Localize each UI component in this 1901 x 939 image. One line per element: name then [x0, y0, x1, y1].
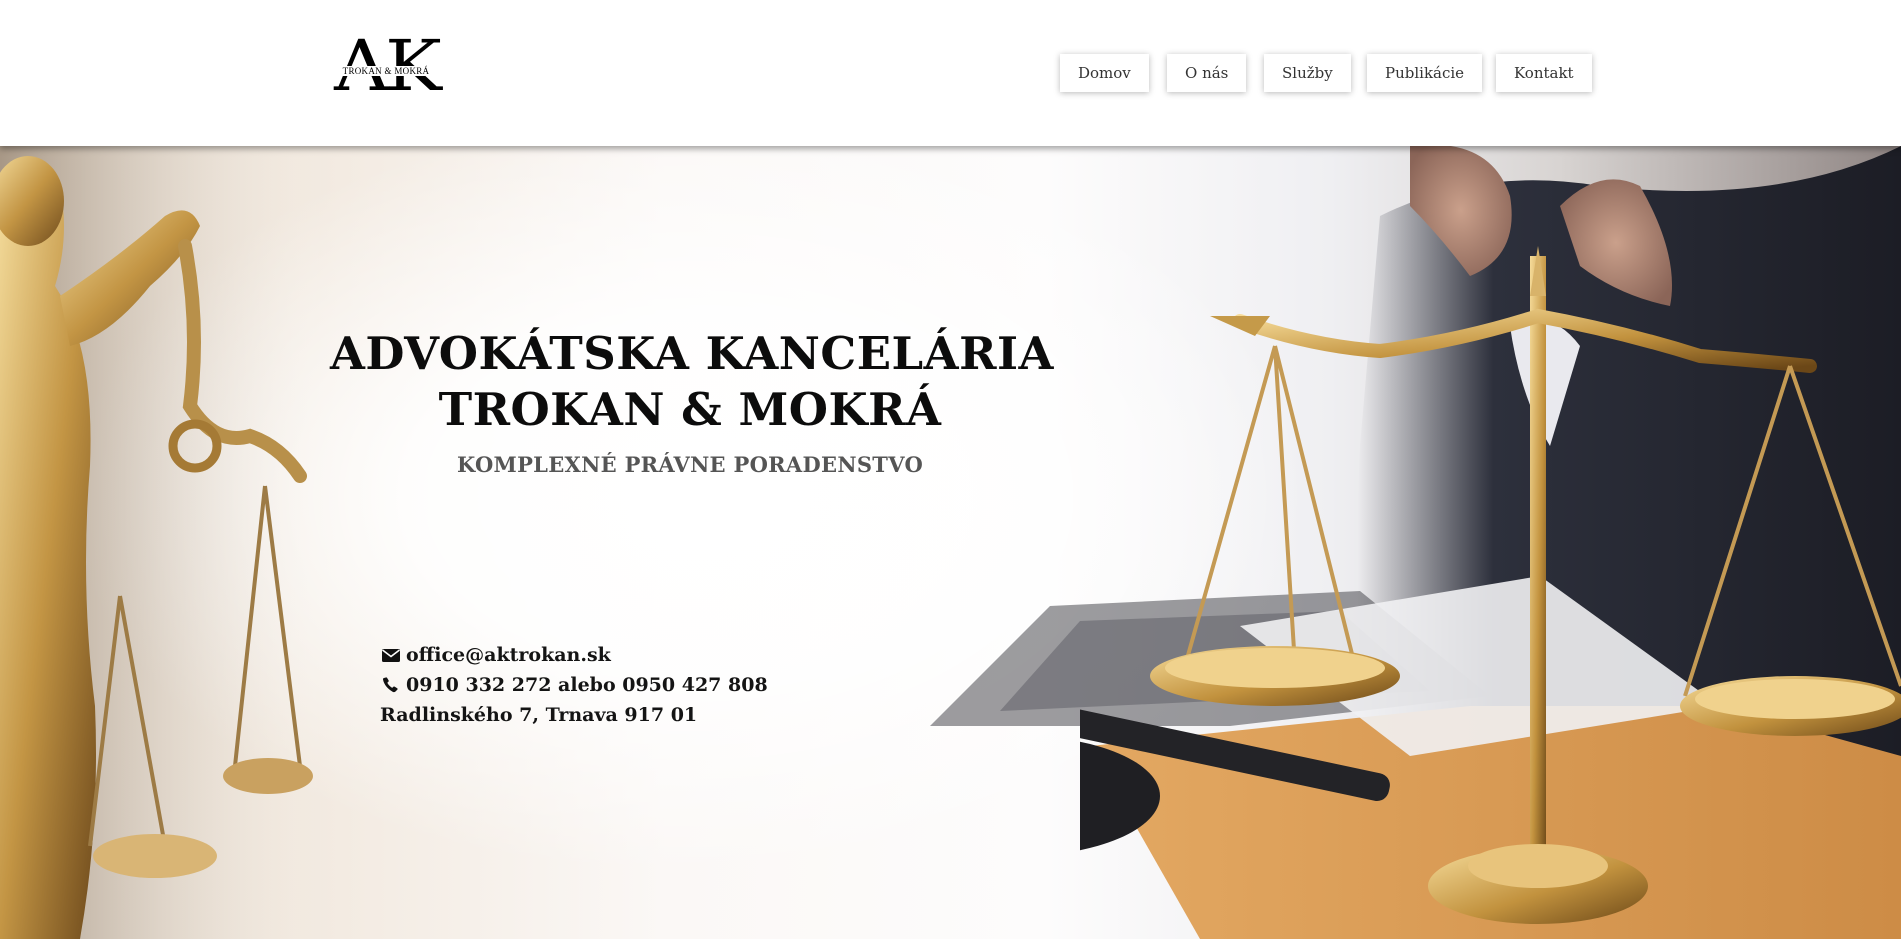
nav-item-domov[interactable]: Domov	[1060, 54, 1149, 92]
envelope-icon	[382, 649, 400, 662]
balance-scale-image	[1080, 146, 1901, 939]
contact-phone-row: 0910 332 272 alebo 0950 427 808	[380, 670, 768, 700]
nav-item-kontakt[interactable]: Kontakt	[1496, 54, 1592, 92]
justice-statue-image	[0, 146, 330, 939]
hero-title: ADVOKÁTSKA KANCELÁRIA TROKAN & MOKRÁ	[330, 326, 1054, 438]
hero-subtitle: KOMPLEXNÉ PRÁVNE PORADENSTVO	[456, 452, 924, 477]
logo-subtitle: TROKAN & MOKRÁ	[340, 66, 432, 76]
email-link[interactable]: office@aktrokan.sk	[406, 644, 611, 666]
contact-email-row: office@aktrokan.sk	[380, 640, 768, 670]
contact-address: Radlinského 7, Trnava 917 01	[380, 704, 698, 726]
hero-title-line-2: TROKAN & MOKRÁ	[438, 383, 942, 436]
logo-link[interactable]: AK TROKAN & MOKRÁ	[326, 29, 446, 104]
nav-item-sluzby[interactable]: Služby	[1264, 54, 1351, 92]
logo-subtitle-text: TROKAN & MOKRÁ	[340, 66, 432, 76]
nav-item-publikacie[interactable]: Publikácie	[1367, 54, 1483, 92]
contact-info: office@aktrokan.sk 0910 332 272 alebo 09…	[380, 640, 768, 730]
hero-title-line-1: ADVOKÁTSKA KANCELÁRIA	[330, 327, 1054, 380]
nav-item-o-nas[interactable]: O nás	[1167, 54, 1247, 92]
site-header: AK TROKAN & MOKRÁ Domov O nás Služby Pub…	[0, 0, 1901, 146]
phone-icon	[383, 677, 398, 693]
phone-link[interactable]: 0910 332 272 alebo 0950 427 808	[406, 674, 768, 696]
hero-section: ADVOKÁTSKA KANCELÁRIA TROKAN & MOKRÁ KOM…	[0, 146, 1901, 939]
